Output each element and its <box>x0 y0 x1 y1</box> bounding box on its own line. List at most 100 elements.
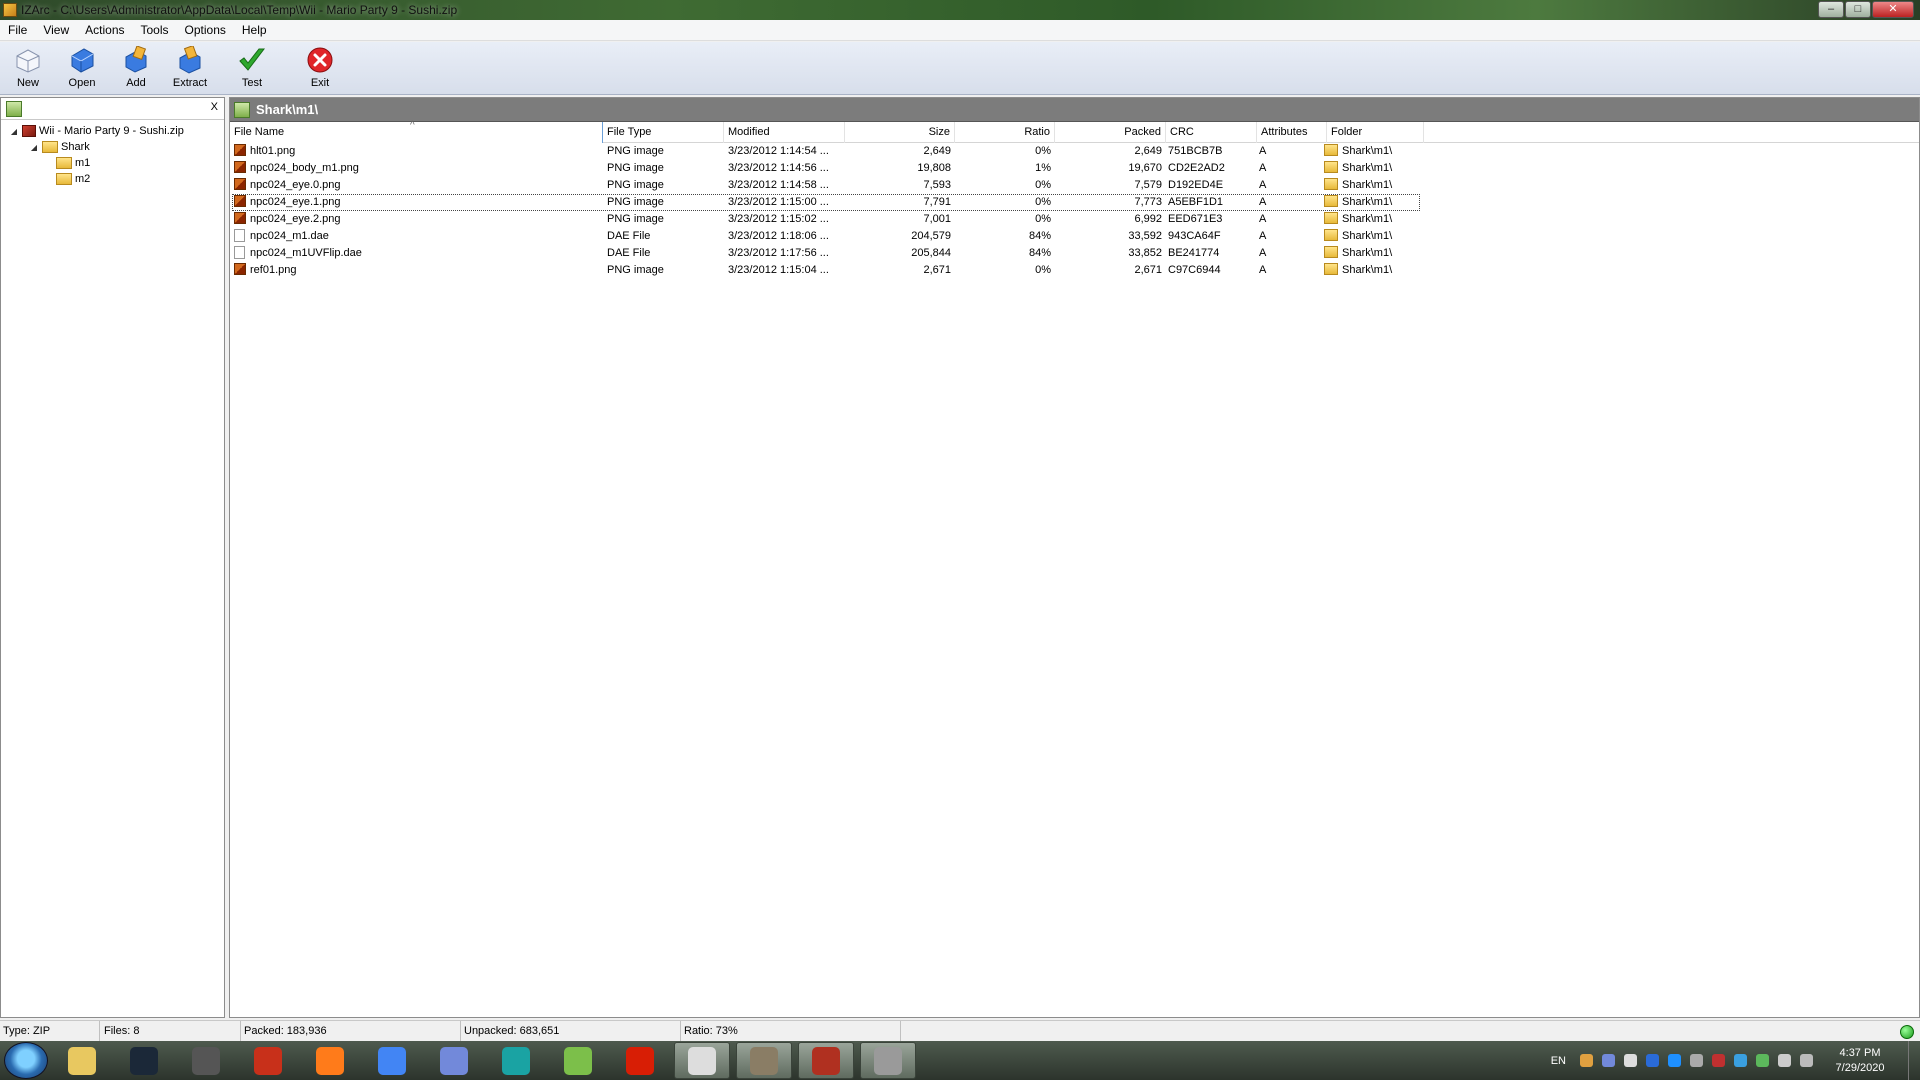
column-header-attributes[interactable]: Attributes <box>1257 122 1327 143</box>
column-header-ratio[interactable]: Ratio <box>955 122 1055 143</box>
menu-file[interactable]: File <box>0 23 35 37</box>
column-header-packed[interactable]: Packed <box>1055 122 1166 143</box>
up-folder-icon[interactable] <box>6 101 22 117</box>
cell-text: PNG image <box>607 213 664 225</box>
taskbar-app-gimp[interactable] <box>736 1042 792 1079</box>
discord-tray-icon[interactable] <box>1602 1054 1615 1067</box>
cell-text: 3/23/2012 1:15:04 ... <box>728 264 829 276</box>
status-bar: Type: ZIP Files: 8 Packed: 183,936 Unpac… <box>0 1020 1920 1042</box>
tray-app-icon[interactable] <box>1690 1054 1703 1067</box>
cell-packed: 6,992 <box>1055 211 1162 228</box>
cell-text: npc024_eye.0.png <box>250 179 341 191</box>
menu-tools[interactable]: Tools <box>133 23 177 37</box>
show-desktop-button[interactable] <box>1908 1041 1920 1080</box>
taskbar-app-app-alien[interactable] <box>674 1042 730 1079</box>
clock[interactable]: 4:37 PM 7/29/2020 <box>1822 1046 1898 1076</box>
cell-text: 3/23/2012 1:17:56 ... <box>728 247 829 259</box>
cell-text: PNG image <box>607 196 664 208</box>
menu-actions[interactable]: Actions <box>77 23 132 37</box>
tray-app-icon[interactable] <box>1712 1054 1725 1067</box>
column-header-modified[interactable]: Modified <box>724 122 845 143</box>
bluetooth-icon[interactable] <box>1668 1054 1681 1067</box>
app-monkey-icon <box>812 1046 840 1075</box>
expand-arrow-icon[interactable]: ◢ <box>9 127 19 136</box>
cell-ratio: 84% <box>955 228 1051 245</box>
table-row[interactable]: hlt01.png PNG image 3/23/2012 1:14:54 ... 2… <box>230 143 1920 160</box>
taskbar-app-notepad[interactable] <box>550 1042 606 1079</box>
cell-type: PNG image <box>607 160 722 177</box>
test-button[interactable]: Test <box>225 42 279 94</box>
add-button[interactable]: Add <box>109 42 163 94</box>
chrome-icon <box>378 1046 406 1075</box>
table-row[interactable]: npc024_m1UVFlip.dae DAE File 3/23/2012 1:1… <box>230 245 1920 262</box>
app-3-icon <box>502 1046 530 1075</box>
column-header-size[interactable]: Size <box>845 122 955 143</box>
table-row[interactable]: npc024_eye.2.png PNG image 3/23/2012 1:15:… <box>230 211 1920 228</box>
table-row[interactable]: npc024_eye.0.png PNG image 3/23/2012 1:14:… <box>230 177 1920 194</box>
table-row[interactable]: npc024_m1.dae DAE File 3/23/2012 1:18:06 .… <box>230 228 1920 245</box>
taskbar-app-app-red[interactable] <box>240 1042 296 1079</box>
taskbar-app-discord[interactable] <box>426 1042 482 1079</box>
extract-button[interactable]: Extract <box>163 42 217 94</box>
tray-app-icon[interactable] <box>1624 1054 1637 1067</box>
tray-app-icon[interactable] <box>1756 1054 1769 1067</box>
cell-text: PNG image <box>607 264 664 276</box>
table-row[interactable]: ref01.png PNG image 3/23/2012 1:15:04 ... 2… <box>230 262 1920 279</box>
column-header-folder[interactable]: Folder <box>1327 122 1424 143</box>
cell-text: DAE File <box>607 230 651 242</box>
menu-view[interactable]: View <box>35 23 77 37</box>
taskbar-app-app-gear[interactable] <box>178 1042 234 1079</box>
taskbar-app-explorer[interactable] <box>54 1042 110 1079</box>
exit-button[interactable]: Exit <box>293 42 347 94</box>
clock-date: 7/29/2020 <box>1835 1061 1885 1074</box>
status-ratio: Ratio: 73% <box>681 1021 901 1042</box>
tray-app-icon[interactable] <box>1734 1054 1747 1067</box>
menu-options[interactable]: Options <box>177 23 234 37</box>
minimize-button[interactable]: – <box>1818 1 1844 18</box>
cell-text: Shark\m1\ <box>1342 145 1393 157</box>
cell-text: 3/23/2012 1:14:56 ... <box>728 162 829 174</box>
cell-packed: 2,671 <box>1055 262 1162 279</box>
folder-icon <box>1324 195 1338 207</box>
open-button[interactable]: Open <box>55 42 109 94</box>
column-header-crc[interactable]: CRC <box>1166 122 1257 143</box>
tray-app-icon[interactable] <box>1580 1054 1593 1067</box>
tree-node-label: m2 <box>75 173 91 185</box>
taskbar-app-acrobat[interactable] <box>612 1042 668 1079</box>
window-title: IZArc - C:\Users\Administrator\AppData\L… <box>21 3 458 17</box>
expand-arrow-icon[interactable]: ◢ <box>29 143 39 152</box>
open-button-label: Open <box>68 77 96 89</box>
tree-node-archive[interactable]: ◢ Wii - Mario Party 9 - Sushi.zip <box>1 123 224 139</box>
language-indicator[interactable]: EN <box>1551 1055 1566 1067</box>
acrobat-icon <box>626 1046 654 1075</box>
png-image-icon <box>234 178 246 190</box>
volume-icon[interactable] <box>1778 1054 1791 1067</box>
start-button[interactable] <box>4 1042 48 1079</box>
cell-text: 2,671 <box>1134 264 1162 276</box>
column-header-file-name[interactable]: File Name <box>230 115 603 143</box>
cell-text: Shark\m1\ <box>1342 162 1393 174</box>
tray-app-icon[interactable] <box>1646 1054 1659 1067</box>
new-button[interactable]: New <box>1 42 55 94</box>
table-row[interactable]: npc024_body_m1.png PNG image 3/23/2012 1:1… <box>230 160 1920 177</box>
cell-text: hlt01.png <box>250 145 296 157</box>
up-folder-icon[interactable] <box>234 101 250 118</box>
cell-folder: Shark\m1\ <box>1324 194 1419 211</box>
maximize-button[interactable]: □ <box>1845 1 1871 18</box>
folder-tree-pane: X ◢ Wii - Mario Party 9 - Sushi.zip ◢ Sh… <box>0 97 225 1018</box>
tree-node-m2[interactable]: m2 <box>1 171 224 187</box>
taskbar-app-chrome[interactable] <box>364 1042 420 1079</box>
close-tree-pane-button[interactable]: X <box>211 101 218 113</box>
tree-node-shark[interactable]: ◢ Shark <box>1 139 224 155</box>
network-icon[interactable] <box>1800 1054 1813 1067</box>
taskbar-app-izarc[interactable] <box>860 1042 916 1079</box>
tree-node-m1[interactable]: m1 <box>1 155 224 171</box>
taskbar-app-steam[interactable] <box>116 1042 172 1079</box>
menu-help[interactable]: Help <box>234 23 275 37</box>
taskbar-app-app-3[interactable] <box>488 1042 544 1079</box>
close-button[interactable]: ✕ <box>1872 1 1914 18</box>
taskbar-app-firefox[interactable] <box>302 1042 358 1079</box>
table-row[interactable]: npc024_eye.1.png PNG image 3/23/2012 1:15:… <box>230 194 1920 211</box>
taskbar-app-app-monkey[interactable] <box>798 1042 854 1079</box>
column-header-file-type[interactable]: File Type <box>603 122 724 143</box>
